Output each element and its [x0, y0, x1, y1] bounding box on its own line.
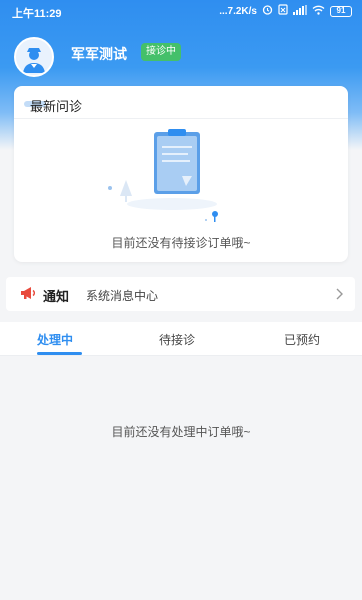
alarm-icon: [262, 4, 273, 18]
network-speed: ...7.2K/s: [219, 5, 257, 17]
status-bar: 上午11:29 ...7.2K/s 91: [0, 0, 362, 24]
status-badge[interactable]: 接诊中: [141, 43, 181, 61]
tab-waiting[interactable]: 待接诊: [159, 331, 195, 348]
sim-x-icon: [278, 4, 288, 18]
signal-icon: [293, 4, 307, 18]
latest-consult-card: 最新问诊 目前还没有待接诊订单哦~: [14, 86, 348, 262]
notice-row[interactable]: 通知 系统消息中心: [6, 277, 355, 311]
empty-clipboard-illustration: [102, 126, 232, 231]
battery-icon: 91: [330, 5, 352, 17]
tab-processing[interactable]: 处理中: [37, 331, 73, 348]
card-title: 最新问诊: [30, 99, 83, 114]
order-tabs: 处理中 待接诊 已预约: [0, 322, 362, 356]
user-name: 军军测试: [71, 46, 127, 62]
active-tab-indicator: [37, 352, 82, 355]
divider: [14, 118, 348, 119]
empty-consult-text: 目前还没有待接诊订单哦~: [111, 236, 251, 250]
chevron-right-icon: [335, 287, 343, 305]
notice-subtitle: 系统消息中心: [86, 289, 159, 303]
empty-processing-text: 目前还没有处理中订单哦~: [111, 425, 251, 439]
status-time: 上午11:29: [12, 8, 62, 20]
megaphone-icon: [20, 286, 36, 305]
wifi-icon: [312, 5, 325, 18]
notice-title: 通知: [43, 289, 70, 304]
doctor-avatar-icon: [16, 39, 52, 75]
status-icons: ...7.2K/s 91: [219, 4, 352, 18]
processing-list: 目前还没有处理中订单哦~: [0, 357, 362, 600]
avatar[interactable]: [14, 37, 54, 77]
tab-reserved[interactable]: 已预约: [284, 331, 320, 348]
